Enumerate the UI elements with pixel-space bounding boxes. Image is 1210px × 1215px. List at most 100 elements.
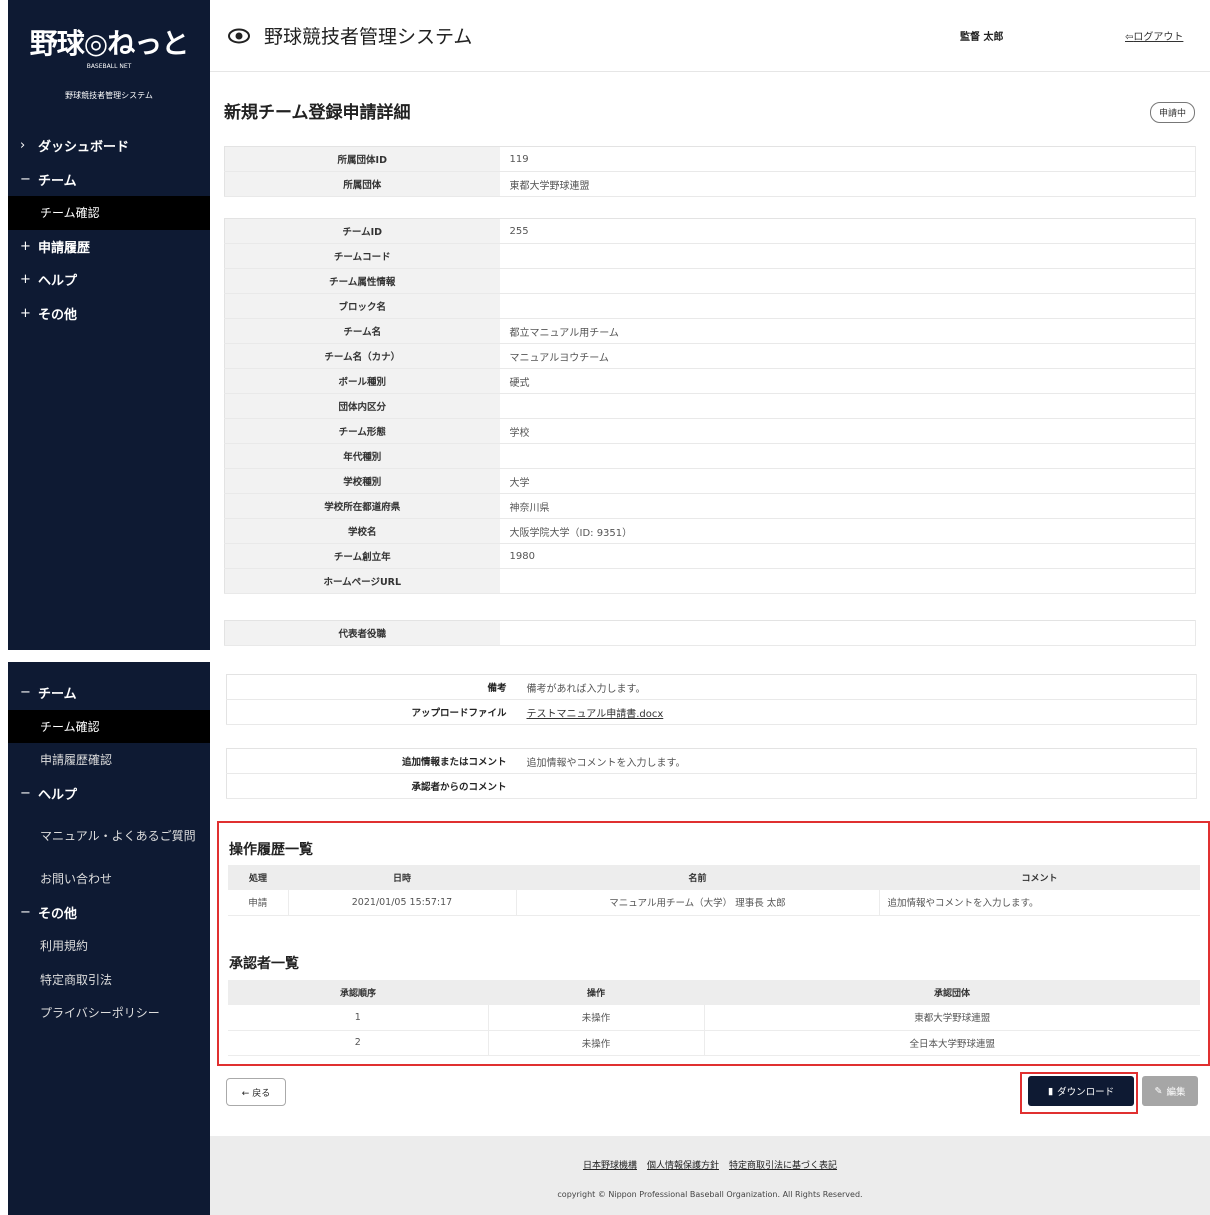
- upload-label: アップロードファイル: [226, 699, 517, 725]
- expand-icon: +: [20, 238, 31, 254]
- main-content: 備考 備考があれば入力します。 アップロードファイル テストマニュアル申請書.d…: [210, 662, 1210, 1215]
- logout-link[interactable]: ⇦ログアウト: [1125, 28, 1183, 43]
- edit-button[interactable]: ✎ 編集: [1142, 1076, 1198, 1106]
- table-row: ホームページURL: [224, 568, 1196, 594]
- pencil-icon: ✎: [1154, 1085, 1163, 1097]
- table-row: 代表者役職: [224, 620, 1196, 646]
- footer: 日本野球機構 個人情報保護方針 特定商取引法に基づく表記 copyright © N…: [210, 1136, 1210, 1215]
- sidebar-subitem[interactable]: プライバシーポリシー: [8, 996, 210, 1030]
- history-highlight-box: 操作履歴一覧 処理 日時 名前 コメント 申請 2021/01/05 15:57:17 マ…: [217, 821, 1210, 1066]
- sidebar-item[interactable]: + その他: [8, 297, 210, 331]
- approvers-title: 承認者一覧: [229, 956, 299, 972]
- field-value: [499, 393, 1196, 419]
- logo[interactable]: 野球◎ねっと BASEBALL NET: [8, 0, 210, 92]
- main-content: 新規チーム登録申請詳細 申請中 所属団体ID 119 所属団体 東都大学野球連盟 チー…: [210, 72, 1210, 650]
- field-value: 255: [499, 218, 1196, 244]
- sidebar-item[interactable]: − ヘルプ: [8, 777, 210, 811]
- sidebar-item-label: チーム: [38, 173, 77, 189]
- field-label: チーム名（カナ）: [224, 343, 500, 369]
- top-screenshot-panel: 野球◎ねっと BASEBALL NET 野球競技者管理システム › ダッシュボード…: [0, 0, 1210, 650]
- field-value: 大阪学院大学（ID: 9351）: [499, 518, 1196, 544]
- expand-icon: −: [20, 171, 31, 187]
- history-table: 処理 日時 名前 コメント 申請 2021/01/05 15:57:17 マニュアル用チー…: [228, 865, 1200, 916]
- sidebar-item-label: ヘルプ: [38, 787, 78, 803]
- field-label: チームID: [224, 218, 500, 244]
- user-name: 監督 太郎: [960, 32, 1004, 43]
- document-icon: ▮: [1047, 1085, 1054, 1097]
- remarks-label: 備考: [226, 674, 517, 700]
- sidebar-item-label: ヘルプ: [38, 274, 78, 290]
- field-label: チーム形態: [224, 418, 500, 444]
- copyright: copyright © Nippon Professional Baseball…: [557, 1190, 863, 1199]
- table-cell: 1: [228, 1005, 489, 1031]
- sidebar-subitem[interactable]: 申請履歴確認: [8, 743, 210, 777]
- field-label: ホームページURL: [224, 568, 500, 594]
- sidebar-item[interactable]: + 申請履歴: [8, 230, 210, 264]
- sidebar-item[interactable]: − チーム: [8, 163, 210, 197]
- expand-icon: −: [20, 785, 31, 801]
- notes-table: 備考 備考があれば入力します。 アップロードファイル テストマニュアル申請書.d…: [226, 674, 1197, 725]
- column-header: 承認団体: [704, 980, 1200, 1005]
- table-row: 2 未操作 全日本大学野球連盟: [228, 1030, 1200, 1056]
- table-row: チーム名 都立マニュアル用チーム: [224, 318, 1196, 344]
- table-row: チーム形態 学校: [224, 418, 1196, 444]
- team-table: チームID 255 チームコード チーム属性情報 ブロック名 チーム名 都立マニュアル用チー…: [224, 218, 1196, 594]
- field-label: チーム名: [224, 318, 500, 344]
- table-cell: 東都大学野球連盟: [704, 1005, 1200, 1031]
- footer-links: 日本野球機構 個人情報保護方針 特定商取引法に基づく表記: [210, 1158, 1210, 1171]
- field-value: 119: [499, 146, 1196, 172]
- table-cell: 2: [228, 1030, 489, 1056]
- column-header: 名前: [516, 865, 879, 890]
- column-header: 承認順序: [228, 980, 488, 1005]
- remarks-value: 備考があれば入力します。: [516, 674, 1197, 700]
- sidebar-item-label: その他: [38, 906, 78, 922]
- sidebar-subitem[interactable]: 特定商取引法: [8, 963, 210, 997]
- rep-table: 代表者役職: [224, 620, 1196, 646]
- sidebar-subitem[interactable]: 利用規約: [8, 929, 210, 963]
- sidebar-item-label: その他: [38, 307, 78, 323]
- field-value: 東都大学野球連盟: [499, 171, 1196, 197]
- back-button[interactable]: ← 戻る: [226, 1078, 286, 1106]
- logo-subtext: BASEBALL NET: [86, 63, 132, 70]
- field-value: [499, 443, 1196, 469]
- sidebar-subitem[interactable]: チーム確認: [8, 196, 210, 230]
- table-row: 学校所在都道府県 神奈川県: [224, 493, 1196, 519]
- field-value: 都立マニュアル用チーム: [499, 318, 1196, 344]
- sidebar-item[interactable]: › ダッシュボード: [8, 129, 210, 163]
- table-cell: 申請: [228, 890, 289, 916]
- logo-caption: 野球競技者管理システム: [65, 91, 153, 100]
- logout-label: ログアウト: [1133, 32, 1184, 43]
- sidebar-item-label: チーム: [38, 687, 77, 703]
- sidebar-item[interactable]: − その他: [8, 896, 210, 930]
- table-row: チーム創立年 1980: [224, 543, 1196, 569]
- sidebar-subitem[interactable]: お問い合わせ: [8, 862, 210, 896]
- field-value: 神奈川県: [499, 493, 1196, 519]
- field-label: 学校所在都道府県: [224, 493, 500, 519]
- field-label: 団体内区分: [224, 393, 500, 419]
- edit-label: 編集: [1166, 1087, 1186, 1098]
- footer-link[interactable]: 日本野球機構: [583, 1161, 637, 1171]
- sidebar-subitem[interactable]: マニュアル・よくあるご質問: [8, 810, 210, 862]
- expand-icon: ›: [20, 138, 26, 154]
- sidebar-subitem[interactable]: チーム確認: [8, 709, 210, 743]
- table-row: 学校種別 大学: [224, 468, 1196, 494]
- field-value: [499, 568, 1196, 594]
- field-value: 1980: [499, 543, 1196, 569]
- upload-file-link[interactable]: テストマニュアル申請書.docx: [527, 709, 664, 720]
- sidebar-item[interactable]: + ヘルプ: [8, 263, 210, 297]
- table-cell: 未操作: [488, 1005, 705, 1031]
- status-badge: 申請中: [1149, 102, 1195, 123]
- field-value: マニュアルヨウチーム: [499, 343, 1196, 369]
- download-button[interactable]: ▮ ダウンロード: [1028, 1076, 1134, 1106]
- expand-icon: +: [20, 272, 31, 288]
- field-label: チーム創立年: [224, 543, 500, 569]
- field-value: [499, 243, 1196, 269]
- approver-comment-label: 承認者からのコメント: [226, 773, 517, 799]
- sidebar-item[interactable]: − チーム: [8, 676, 210, 710]
- sidebar-item-label: ダッシュボード: [38, 140, 130, 156]
- footer-link[interactable]: 個人情報保護方針: [647, 1161, 719, 1171]
- footer-link[interactable]: 特定商取引法に基づく表記: [729, 1161, 837, 1171]
- field-label: チーム属性情報: [224, 268, 500, 294]
- approvers-table: 承認順序 操作 承認団体 1 未操作 東都大学野球連盟 2 未操作 全日本大学野球連盟: [228, 980, 1200, 1056]
- field-label: ボール種別: [224, 368, 500, 394]
